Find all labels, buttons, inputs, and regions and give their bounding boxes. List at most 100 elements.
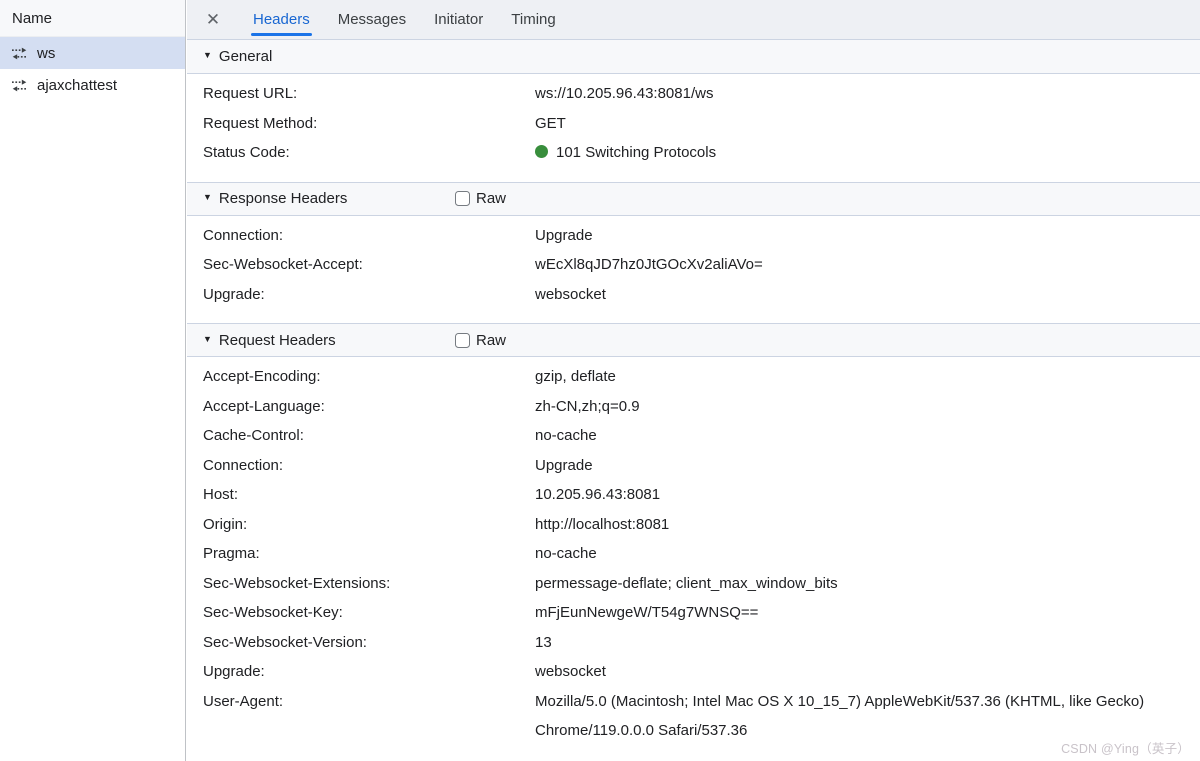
headers-section: ▼ Request Headers Raw Accept-Encoding: g… [187, 323, 1200, 760]
header-key: Host: [203, 480, 535, 510]
request-list-item-ws[interactable]: ws [0, 37, 185, 69]
header-row: Accept-Encoding: gzip, deflate [187, 362, 1200, 392]
raw-toggle[interactable]: Raw [455, 183, 506, 215]
section-title: Request Headers [219, 324, 336, 357]
header-value-text: no-cache [535, 545, 597, 562]
header-value: 10.205.96.43:8081 [535, 480, 1200, 510]
header-key: Sec-Websocket-Extensions: [203, 569, 535, 599]
headers-section: ▼ General Request URL: ws://10.205.96.43… [187, 40, 1200, 182]
name-column-header[interactable]: Name [0, 0, 185, 37]
header-row: Accept-Language: zh-CN,zh;q=0.9 [187, 392, 1200, 422]
header-value-text: 10.205.96.43:8081 [535, 486, 660, 503]
header-key: Request URL: [203, 79, 535, 109]
header-key: Request Method: [203, 109, 535, 139]
raw-label: Raw [476, 182, 506, 215]
header-value: no-cache [535, 421, 1200, 451]
raw-toggle[interactable]: Raw [455, 324, 506, 356]
header-value-text: GET [535, 115, 566, 132]
header-key: Sec-Websocket-Key: [203, 598, 535, 628]
header-value: Mozilla/5.0 (Macintosh; Intel Mac OS X 1… [535, 687, 1200, 746]
close-icon[interactable]: ✕ [201, 0, 225, 39]
section-header[interactable]: ▼ Request Headers Raw [187, 323, 1200, 357]
header-value: Upgrade [535, 221, 1200, 251]
header-key: Upgrade: [203, 657, 535, 687]
header-value-text: wEcXl8qJD7hz0JtGOcXv2aliAVo= [535, 256, 763, 273]
header-value-text: Upgrade [535, 227, 593, 244]
status-dot-icon [535, 145, 548, 158]
collapse-triangle-icon[interactable]: ▼ [203, 323, 212, 356]
header-key: Connection: [203, 221, 535, 251]
header-row: Cache-Control: no-cache [187, 421, 1200, 451]
header-row: Sec-Websocket-Version: 13 [187, 628, 1200, 658]
header-row: Sec-Websocket-Accept: wEcXl8qJD7hz0JtGOc… [187, 250, 1200, 280]
request-details-pane: ✕ Headers Messages Initiator Timing ▼ Gener… [187, 0, 1200, 761]
header-value-text: gzip, deflate [535, 368, 616, 385]
header-key: Status Code: [203, 138, 535, 168]
header-row: Request URL: ws://10.205.96.43:8081/ws [187, 79, 1200, 109]
header-value-text: http://localhost:8081 [535, 516, 669, 533]
header-value-text: websocket [535, 663, 606, 680]
header-value: 101 Switching Protocols [535, 138, 1200, 168]
raw-checkbox[interactable] [455, 333, 470, 348]
raw-label: Raw [476, 324, 506, 357]
header-value-text: mFjEunNewgeW/T54g7WNSQ== [535, 604, 758, 621]
watermark: CSDN @Ying（英子） [1061, 738, 1190, 757]
tab-headers[interactable]: Headers [253, 0, 310, 39]
section-title: Response Headers [219, 182, 347, 215]
header-value: 13 [535, 628, 1200, 658]
header-value: websocket [535, 280, 1200, 310]
header-value: no-cache [535, 539, 1200, 569]
header-row: Status Code: 101 Switching Protocols [187, 138, 1200, 168]
header-value: mFjEunNewgeW/T54g7WNSQ== [535, 598, 1200, 628]
header-row: Origin: http://localhost:8081 [187, 510, 1200, 540]
request-list: ws ajaxchattest [0, 37, 185, 101]
collapse-triangle-icon[interactable]: ▼ [203, 39, 212, 72]
tab-initiator[interactable]: Initiator [434, 0, 483, 39]
request-list-item-ajaxchattest[interactable]: ajaxchattest [0, 69, 185, 101]
tab-messages[interactable]: Messages [338, 0, 406, 39]
section-header[interactable]: ▼ General [187, 40, 1200, 74]
collapse-triangle-icon[interactable]: ▼ [203, 181, 212, 214]
header-row: Upgrade: websocket [187, 657, 1200, 687]
header-value: wEcXl8qJD7hz0JtGOcXv2aliAVo= [535, 250, 1200, 280]
header-value-text: Upgrade [535, 457, 593, 474]
header-value-text: Mozilla/5.0 (Macintosh; Intel Mac OS X 1… [535, 693, 1144, 740]
section-title: General [219, 40, 272, 73]
header-value-text: 101 Switching Protocols [556, 144, 716, 161]
header-row: Sec-Websocket-Key: mFjEunNewgeW/T54g7WNS… [187, 598, 1200, 628]
header-value: permessage-deflate; client_max_window_bi… [535, 569, 1200, 599]
header-value: GET [535, 109, 1200, 139]
header-row: Upgrade: websocket [187, 280, 1200, 310]
header-value-text: websocket [535, 286, 606, 303]
header-value: Upgrade [535, 451, 1200, 481]
header-key: Sec-Websocket-Accept: [203, 250, 535, 280]
header-row: Sec-Websocket-Extensions: permessage-def… [187, 569, 1200, 599]
header-value-text: no-cache [535, 427, 597, 444]
headers-section: ▼ Response Headers Raw Connection: Upgra… [187, 182, 1200, 324]
header-value: zh-CN,zh;q=0.9 [535, 392, 1200, 422]
section-body: Request URL: ws://10.205.96.43:8081/ws R… [187, 74, 1200, 182]
header-key: Pragma: [203, 539, 535, 569]
header-key: Cache-Control: [203, 421, 535, 451]
section-header[interactable]: ▼ Response Headers Raw [187, 182, 1200, 216]
devtools-network-panel: Name ws ajaxchattest ✕ Headers Messages In… [0, 0, 1200, 761]
header-row: Connection: Upgrade [187, 451, 1200, 481]
tab-timing[interactable]: Timing [511, 0, 555, 39]
header-key: Connection: [203, 451, 535, 481]
request-name-label: ws [37, 45, 55, 62]
request-name-label: ajaxchattest [37, 77, 117, 94]
header-value-text: ws://10.205.96.43:8081/ws [535, 85, 713, 102]
request-list-sidebar: Name ws ajaxchattest [0, 0, 186, 761]
raw-checkbox[interactable] [455, 191, 470, 206]
header-key: Upgrade: [203, 280, 535, 310]
header-value-text: zh-CN,zh;q=0.9 [535, 398, 640, 415]
header-row: Host: 10.205.96.43:8081 [187, 480, 1200, 510]
header-value: websocket [535, 657, 1200, 687]
header-value: gzip, deflate [535, 362, 1200, 392]
header-value: ws://10.205.96.43:8081/ws [535, 79, 1200, 109]
header-key: Accept-Language: [203, 392, 535, 422]
header-row: Request Method: GET [187, 109, 1200, 139]
header-key: Accept-Encoding: [203, 362, 535, 392]
header-key: User-Agent: [203, 687, 535, 746]
section-body: Connection: Upgrade Sec-Websocket-Accept… [187, 216, 1200, 324]
